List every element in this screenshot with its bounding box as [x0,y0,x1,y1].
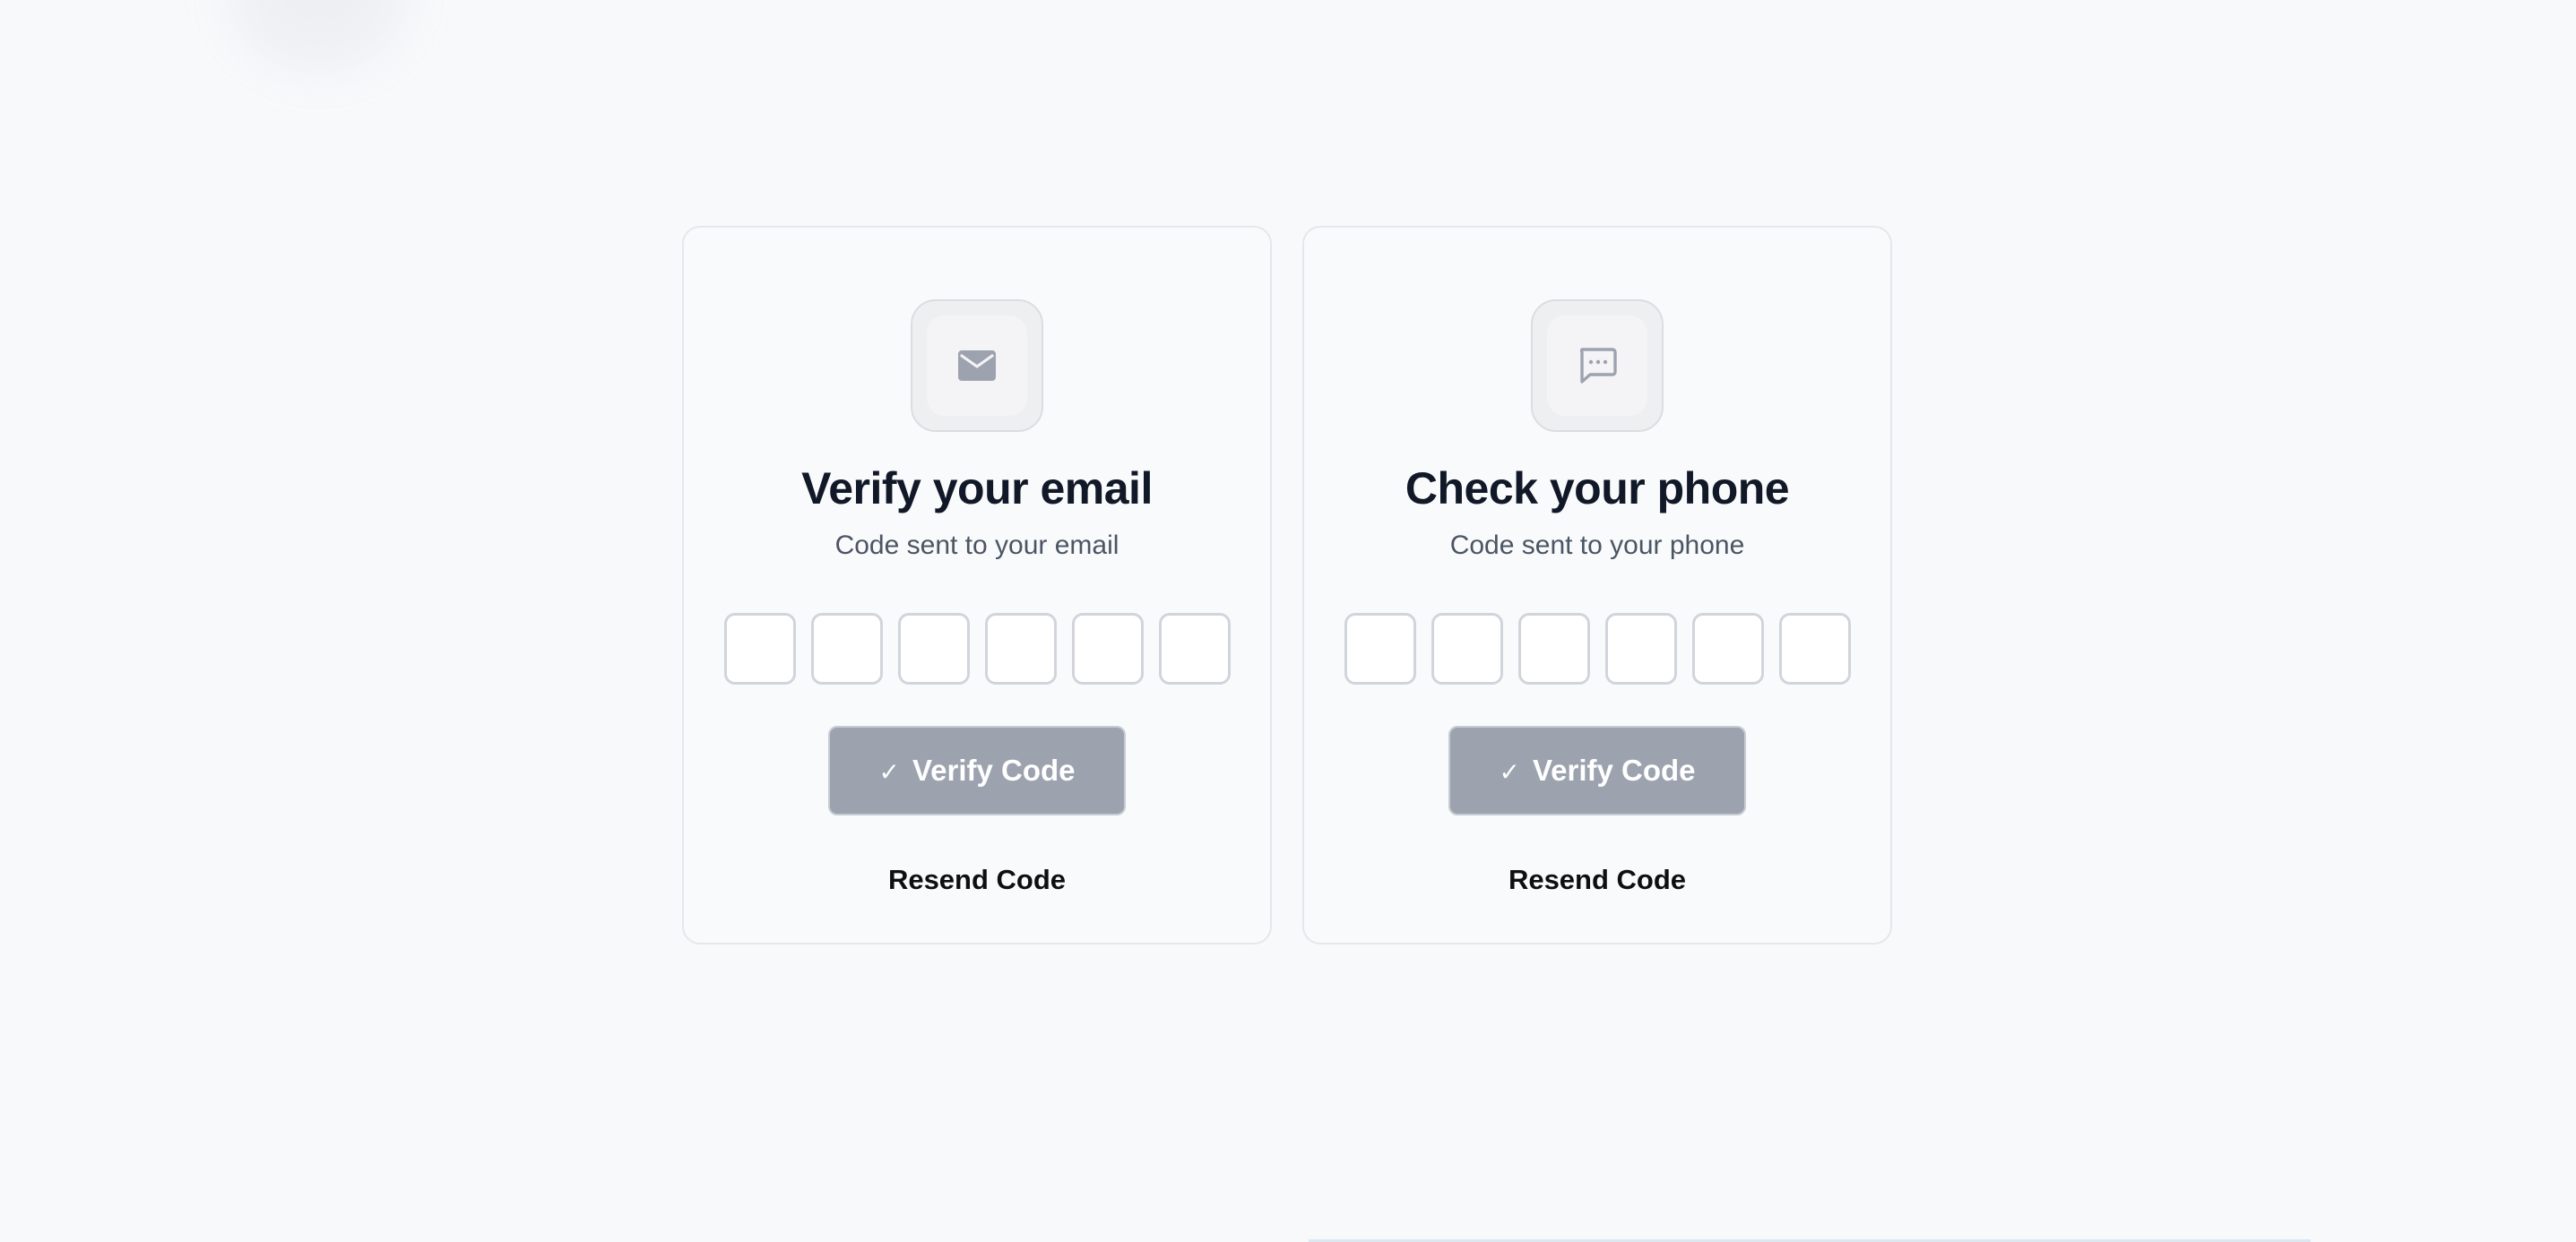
phone-verify-label: Verify Code [1532,754,1696,787]
email-verify-label: Verify Code [912,754,1076,787]
email-code-digit-1[interactable] [723,613,796,685]
email-code-digit-2[interactable] [810,613,883,685]
email-verify-button[interactable]: ✓ Verify Code [828,726,1126,815]
email-card-subtitle: Code sent to your email [834,530,1119,560]
email-code-digit-4[interactable] [984,613,1057,685]
phone-verification-card: Check your phone Code sent to your phone… [1302,226,1892,944]
phone-icon-badge [1531,299,1664,432]
email-code-inputs [684,613,1270,685]
phone-verify-button[interactable]: ✓ Verify Code [1448,726,1746,815]
phone-code-digit-2[interactable] [1431,613,1503,685]
phone-code-digit-4[interactable] [1604,613,1677,685]
message-icon [1578,347,1617,384]
phone-code-digit-1[interactable] [1344,613,1416,685]
background-blur-decoration [229,0,408,72]
phone-code-digit-6[interactable] [1778,613,1851,685]
email-verification-card: Verify your email Code sent to your emai… [682,226,1272,944]
email-resend-link[interactable]: Resend Code [684,864,1270,896]
email-icon-badge [911,299,1043,432]
email-code-digit-3[interactable] [897,613,970,685]
phone-code-digit-5[interactable] [1691,613,1764,685]
phone-card-title: Check your phone [1405,463,1790,513]
phone-resend-link[interactable]: Resend Code [1304,864,1890,896]
check-icon: ✓ [1499,758,1520,786]
phone-code-inputs [1304,613,1890,685]
check-icon: ✓ [878,758,900,786]
mail-icon [958,350,996,381]
email-code-digit-6[interactable] [1158,613,1231,685]
phone-card-subtitle: Code sent to your phone [1449,530,1745,560]
email-code-digit-5[interactable] [1071,613,1144,685]
email-card-title: Verify your email [801,463,1153,513]
phone-code-digit-3[interactable] [1517,613,1590,685]
